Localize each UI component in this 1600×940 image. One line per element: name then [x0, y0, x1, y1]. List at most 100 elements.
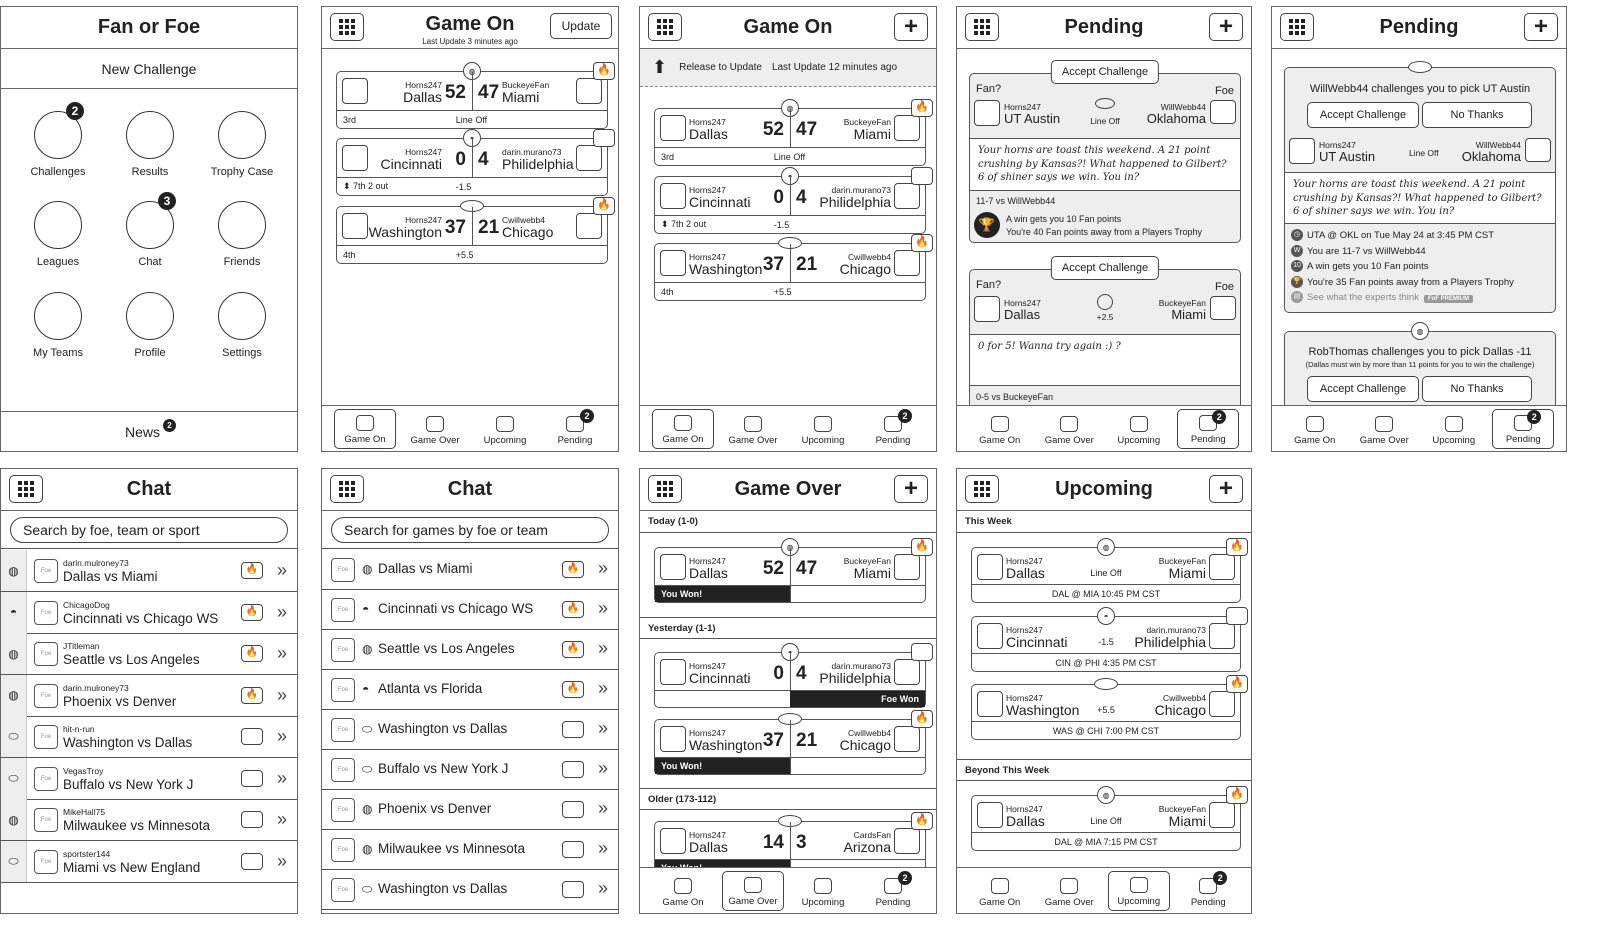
update-button[interactable]: Update	[550, 13, 612, 39]
tab-game-on[interactable]: Game On	[652, 871, 714, 911]
tab-upcoming[interactable]: Upcoming	[792, 409, 854, 449]
hot-chat-icon[interactable]: 🔥	[1226, 538, 1248, 556]
chevron-right-icon[interactable]: »	[598, 558, 608, 579]
chat-bubble-icon[interactable]	[562, 761, 584, 778]
search-input[interactable]: Search by foe, team or sport	[10, 517, 288, 543]
tab-pending[interactable]: Pending 2	[1492, 408, 1555, 449]
tab-game-over[interactable]: Game Over	[722, 870, 784, 911]
chevron-right-icon[interactable]: »	[598, 598, 608, 619]
chat-row[interactable]: ◍ Foe darin.mulroney73 Dallas vs Miami 🔥 »	[1, 550, 297, 592]
chat-bubble-icon[interactable]	[562, 841, 584, 858]
tab-game-on[interactable]: Game On	[1284, 409, 1346, 449]
upcoming-game-card[interactable]: ◓ Horns247 Cincinnati darin.murano73 Philide…	[971, 607, 1248, 672]
chevron-right-icon[interactable]: »	[277, 560, 287, 581]
game-card[interactable]: ◍ 🔥 Horns247 Dallas BuckeyeFan Miami 52 47 3rd Li…	[336, 62, 615, 129]
chat-bubble-icon[interactable]	[241, 811, 263, 828]
chat-bubble-icon[interactable]	[562, 721, 584, 738]
tab-game-over[interactable]: Game Over	[722, 409, 784, 449]
chevron-right-icon[interactable]: »	[598, 798, 608, 819]
chat-bubble-icon[interactable]	[593, 129, 615, 147]
no-thanks-button[interactable]: No Thanks	[1422, 376, 1532, 402]
accept-challenge-button[interactable]: Accept Challenge	[1050, 256, 1160, 280]
hot-chat-icon[interactable]: 🔥	[1226, 675, 1248, 693]
chat-row[interactable]: ⬭ Foe VegasTroy Buffalo vs New York J »	[1, 757, 297, 800]
chat-bubble-icon[interactable]	[911, 167, 933, 185]
hot-chat-icon[interactable]: 🔥	[562, 681, 584, 698]
tab-upcoming[interactable]: Upcoming	[1423, 409, 1485, 449]
accept-challenge-button[interactable]: Accept Challenge	[1307, 102, 1419, 128]
menu-grid-button[interactable]	[9, 475, 43, 503]
hot-chat-icon[interactable]: 🔥	[593, 197, 615, 215]
hot-chat-icon[interactable]: 🔥	[241, 603, 263, 621]
chat-row[interactable]: Foe ⬭ Washington vs Dallas »	[322, 870, 618, 910]
hot-chat-icon[interactable]: 🔥	[911, 234, 933, 252]
hot-chat-icon[interactable]: 🔥	[562, 641, 584, 658]
tab-upcoming[interactable]: Upcoming	[1107, 870, 1170, 911]
info-row[interactable]: ▤ See what the experts think FoF PREMIUM	[1291, 290, 1551, 308]
hot-chat-icon[interactable]: 🔥	[1226, 786, 1248, 804]
tab-upcoming[interactable]: Upcoming	[474, 409, 536, 449]
add-button[interactable]: +	[1524, 13, 1558, 41]
finished-game-card[interactable]: 🔥 Horns247 Washington Cwillwebb4 Chicago 37 21…	[654, 710, 933, 775]
chevron-right-icon[interactable]: »	[277, 602, 287, 623]
add-button[interactable]: +	[894, 13, 928, 41]
tab-pending[interactable]: Pending 2	[862, 408, 924, 449]
chat-row[interactable]: ⬭ Foe sportster144 Miami vs New England »	[1, 840, 297, 883]
chat-bubble-icon[interactable]	[562, 881, 584, 898]
chevron-right-icon[interactable]: »	[598, 758, 608, 779]
tab-game-on[interactable]: Game On	[969, 871, 1031, 911]
add-button[interactable]: +	[1209, 13, 1243, 41]
finished-game-card[interactable]: ◓ Horns247 Cincinnati darin.murano73 Philide…	[654, 643, 933, 708]
accept-challenge-button[interactable]: Accept Challenge	[1307, 376, 1419, 402]
game-card[interactable]: ◓ Horns247 Cincinnati darin.murano73 Philide…	[336, 129, 615, 196]
chevron-right-icon[interactable]: »	[277, 643, 287, 664]
hot-chat-icon[interactable]: 🔥	[562, 601, 584, 618]
game-card[interactable]: 🔥 Horns247 Washington Cwillwebb4 Chicago 37 21…	[336, 197, 615, 264]
hot-chat-icon[interactable]: 🔥	[241, 686, 263, 704]
hot-chat-icon[interactable]: 🔥	[911, 99, 933, 117]
hot-chat-icon[interactable]: 🔥	[593, 62, 615, 80]
upcoming-game-card[interactable]: ◍ 🔥 Horns247 Dallas BuckeyeFan Miami Line Off D…	[971, 786, 1248, 851]
game-card[interactable]: 🔥 Horns247 Washington Cwillwebb4 Chicago 37 21…	[654, 234, 933, 301]
chevron-right-icon[interactable]: »	[598, 678, 608, 699]
menu-grid-button[interactable]	[648, 475, 682, 503]
chat-bubble-icon[interactable]	[911, 643, 933, 661]
menu-grid-button[interactable]	[1280, 13, 1314, 41]
search-input[interactable]: Search for games by foe or team	[331, 517, 609, 543]
chevron-right-icon[interactable]: »	[598, 638, 608, 659]
hot-chat-icon[interactable]: 🔥	[911, 812, 933, 830]
chat-row[interactable]: Foe ◍ Milwaukee vs Minnesota »	[322, 830, 618, 870]
chat-row[interactable]: ◍ Foe MikeHall75 Milwaukee vs Minnesota »	[1, 799, 297, 841]
tab-game-over[interactable]: Game Over	[1353, 409, 1415, 449]
chevron-right-icon[interactable]: »	[598, 718, 608, 739]
menu-grid-button[interactable]	[965, 13, 999, 41]
chat-bubble-icon[interactable]	[241, 728, 263, 745]
chevron-right-icon[interactable]: »	[598, 878, 608, 899]
chevron-right-icon[interactable]: »	[277, 768, 287, 789]
game-card[interactable]: ◓ Horns247 Cincinnati darin.murano73 Philide…	[654, 167, 933, 234]
chat-row[interactable]: Foe ◍ Dallas vs Miami 🔥 »	[322, 550, 618, 590]
menu-grid-button[interactable]	[965, 475, 999, 503]
hot-chat-icon[interactable]: 🔥	[241, 645, 263, 662]
chat-row[interactable]: ⬭ Foe hit-n-run Washington vs Dallas »	[1, 716, 297, 758]
tab-game-on[interactable]: Game On	[969, 409, 1031, 449]
no-thanks-button[interactable]: No Thanks	[1422, 102, 1532, 128]
chat-row[interactable]: ◍ Foe JTitleman Seattle vs Los Angeles 🔥 »	[1, 633, 297, 675]
chat-row[interactable]: Foe ◓ Atlanta vs Florida 🔥 »	[322, 670, 618, 710]
add-button[interactable]: +	[1209, 475, 1243, 503]
upcoming-game-card[interactable]: ◍ 🔥 Horns247 Dallas BuckeyeFan Miami Line Off D…	[971, 538, 1248, 603]
chat-row[interactable]: Foe ⬭ Buffalo vs New York J »	[322, 750, 618, 790]
chat-row[interactable]: ◍ Foe darin.mulroney73 Phoenix vs Denver 🔥 »	[1, 674, 297, 717]
chat-bubble-icon[interactable]	[1226, 607, 1248, 625]
chevron-right-icon[interactable]: »	[277, 685, 287, 706]
tab-game-over[interactable]: Game Over	[1038, 409, 1100, 449]
chat-row[interactable]: Foe ◓ Cincinnati vs Chicago WS 🔥 »	[322, 590, 618, 630]
chat-bubble-icon[interactable]	[241, 852, 263, 870]
chevron-right-icon[interactable]: »	[598, 838, 608, 859]
chat-bubble-icon[interactable]	[562, 801, 584, 818]
hot-chat-icon[interactable]: 🔥	[911, 538, 933, 556]
accept-challenge-button[interactable]: Accept Challenge	[1050, 60, 1160, 84]
chat-row[interactable]: Foe ⬭ Washington vs Dallas »	[322, 710, 618, 750]
hot-chat-icon[interactable]: 🔥	[911, 710, 933, 728]
chevron-right-icon[interactable]: »	[277, 851, 287, 872]
